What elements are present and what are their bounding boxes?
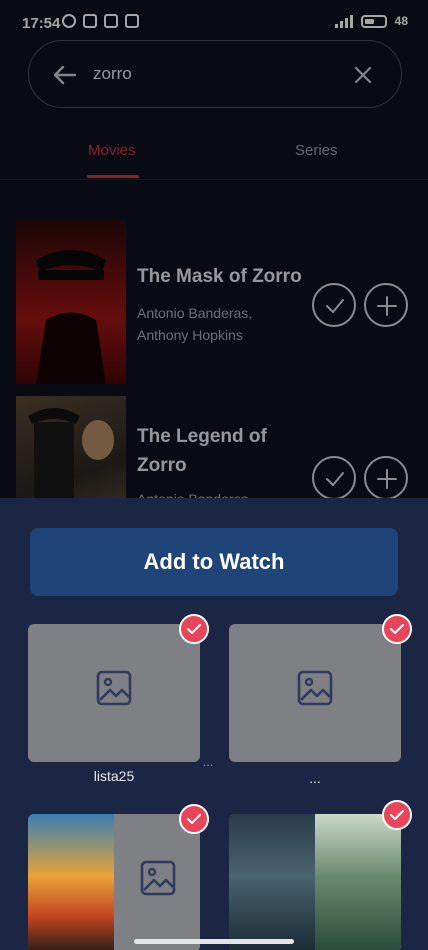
app-icon bbox=[125, 14, 139, 28]
tab-bar: Movies Series bbox=[0, 124, 428, 180]
check-icon bbox=[390, 624, 404, 634]
image-placeholder-icon bbox=[96, 670, 132, 706]
alarm-icon bbox=[62, 14, 76, 28]
list-selected-check[interactable] bbox=[179, 804, 209, 834]
plus-icon bbox=[377, 469, 397, 489]
movie-thumbnail bbox=[229, 814, 315, 950]
result-cast: Antonio Banderas, bbox=[137, 305, 253, 321]
notification-icons bbox=[62, 14, 139, 28]
movie-poster bbox=[16, 220, 126, 384]
add-to-list-button[interactable] bbox=[364, 456, 408, 500]
check-icon bbox=[326, 299, 344, 313]
image-placeholder-icon bbox=[297, 670, 333, 706]
mark-watched-button[interactable] bbox=[312, 456, 356, 500]
tab-movies[interactable]: Movies bbox=[88, 142, 136, 159]
add-to-watch-button[interactable]: Add to Watch bbox=[30, 528, 398, 596]
result-item[interactable]: The Mask of Zorro Antonio Banderas, Anth… bbox=[0, 220, 428, 388]
list-selected-check[interactable] bbox=[179, 614, 209, 644]
add-to-list-button[interactable] bbox=[364, 283, 408, 327]
app-icon bbox=[104, 14, 118, 28]
tab-series[interactable]: Series bbox=[295, 142, 338, 159]
home-indicator[interactable] bbox=[134, 939, 294, 944]
result-title: The Mask of Zorro bbox=[137, 266, 302, 287]
check-icon bbox=[390, 810, 404, 820]
movie-thumbnail bbox=[315, 814, 401, 950]
list-card[interactable] bbox=[28, 624, 200, 762]
status-right: 48 bbox=[334, 14, 408, 28]
close-icon[interactable] bbox=[351, 63, 375, 87]
list-card[interactable] bbox=[28, 814, 200, 950]
more-indicator: ... bbox=[202, 754, 214, 769]
image-placeholder-icon bbox=[140, 860, 176, 896]
status-time: 17:54 bbox=[22, 15, 61, 32]
list-label: ... bbox=[309, 770, 321, 786]
plus-icon bbox=[377, 296, 397, 316]
list-card[interactable] bbox=[229, 814, 401, 950]
result-title: The Legend of bbox=[137, 426, 267, 447]
search-bar[interactable]: zorro bbox=[28, 40, 402, 108]
list-selected-check[interactable] bbox=[382, 614, 412, 644]
check-icon bbox=[187, 814, 201, 824]
arrow-left-icon[interactable] bbox=[51, 61, 79, 89]
check-icon bbox=[326, 472, 344, 486]
list-card[interactable] bbox=[229, 624, 401, 762]
battery-level: 48 bbox=[394, 14, 408, 28]
list-selected-check[interactable] bbox=[382, 800, 412, 830]
signal-icon bbox=[334, 14, 353, 28]
search-input[interactable]: zorro bbox=[93, 64, 132, 84]
active-tab-indicator bbox=[87, 175, 139, 178]
app-icon bbox=[83, 14, 97, 28]
result-title: Zorro bbox=[137, 455, 187, 476]
result-cast: Anthony Hopkins bbox=[137, 327, 243, 343]
mark-watched-button[interactable] bbox=[312, 283, 356, 327]
battery-icon bbox=[360, 14, 387, 28]
check-icon bbox=[187, 624, 201, 634]
watchlist-sheet: Add to Watch lista25 ... ... bbox=[0, 498, 428, 950]
list-label: lista25 bbox=[93, 768, 135, 784]
movie-thumbnail bbox=[28, 814, 114, 950]
status-bar: 17:54 48 bbox=[0, 0, 428, 42]
